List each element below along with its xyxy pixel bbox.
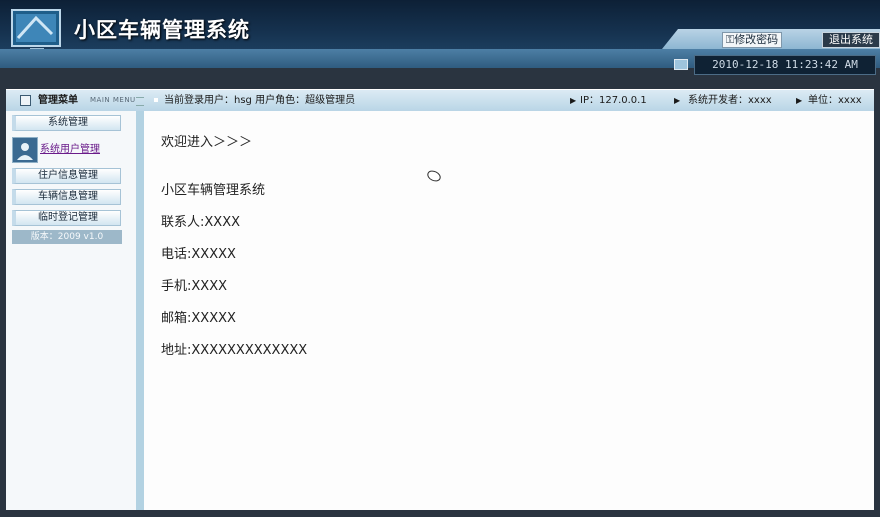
logout-button[interactable]: 退出系统 (822, 32, 880, 48)
key-icon: ⚿ (725, 33, 735, 46)
mouse-cursor-icon (427, 170, 441, 182)
contact-text: 联系人:XXXX (161, 215, 241, 230)
sidebar-item-residents[interactable]: 住户信息管理 (12, 168, 121, 184)
menu-title: 管理菜单 (38, 95, 78, 106)
sidebar-item-system[interactable]: 系统管理 (12, 115, 121, 131)
welcome-text: 欢迎进入＞＞＞ (161, 135, 253, 150)
arrow-icon: ▶ (674, 96, 681, 105)
user-bullet-icon (154, 98, 158, 102)
version-label: 版本：2009 v1.0 (12, 230, 122, 244)
datetime-display: 2010-12-18 11:23:42 AM (694, 55, 876, 75)
phone-text: 电话:XXXXX (161, 247, 236, 262)
menu-icon (20, 95, 31, 106)
app-title: 小区车辆管理系统 (74, 18, 250, 42)
main-content: 欢迎进入＞＞＞ 小区车辆管理系统 联系人:XXXX 电话:XXXXX 手机:XX… (144, 111, 874, 510)
address-text: 地址:XXXXXXXXXXXXX (161, 343, 308, 358)
ip-info: IP：127.0.0.1 (580, 95, 647, 106)
email-text: 邮箱:XXXXX (161, 311, 236, 326)
sidebar: 系统管理 系统用户管理 住户信息管理 车辆信息管理 临时登记管理 版本：2009… (6, 111, 136, 510)
sidebar-divider[interactable] (136, 111, 144, 510)
arrow-icon: ▶ (570, 96, 577, 105)
sidebar-item-label[interactable]: 系统用户管理 (40, 140, 100, 155)
sidebar-item-system-users[interactable]: 系统用户管理 (12, 137, 132, 165)
info-bar: 管理菜单 MAIN MENU 当前登录用户：hsg 用户角色：超级管理员 ▶ I… (6, 89, 874, 111)
current-user-info: 当前登录用户：hsg 用户角色：超级管理员 (164, 95, 356, 106)
menu-subtitle: MAIN MENU (90, 96, 136, 104)
mobile-text: 手机:XXXX (161, 279, 228, 294)
user-manage-icon (12, 137, 38, 163)
sidebar-item-temp-registration[interactable]: 临时登记管理 (12, 210, 121, 226)
change-password-button[interactable]: ⚿修改密码 (722, 32, 782, 48)
unit-info: 单位：xxxx (808, 95, 862, 106)
clock-icon (674, 59, 688, 70)
sidebar-item-vehicles[interactable]: 车辆信息管理 (12, 189, 121, 205)
arrow-icon: ▶ (796, 96, 803, 105)
change-password-label: 修改密码 (734, 33, 779, 46)
menu-collapse-handle[interactable] (136, 97, 144, 106)
developer-info: 系统开发者：xxxx (688, 95, 772, 106)
system-name: 小区车辆管理系统 (161, 183, 266, 198)
